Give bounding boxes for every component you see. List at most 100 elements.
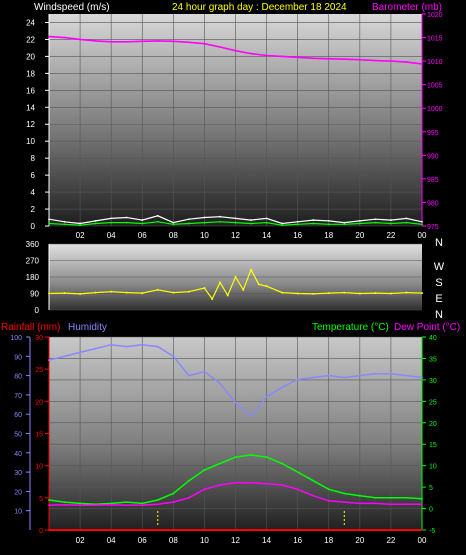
series-point	[421, 529, 423, 531]
series-point	[265, 221, 268, 224]
series-point	[250, 268, 253, 271]
series-point	[296, 292, 299, 295]
series-point	[405, 291, 408, 294]
x-tick-label: 16	[293, 231, 302, 240]
series-point	[405, 496, 408, 499]
left-tick-label: 270	[26, 257, 40, 266]
series-point	[79, 504, 81, 507]
series-point	[358, 58, 361, 61]
series-point	[374, 502, 377, 505]
x-tick-label: 18	[324, 231, 333, 240]
humidity-tick-label: 100	[10, 335, 22, 342]
series-point	[203, 287, 206, 289]
series-point	[172, 492, 175, 495]
series-point	[141, 343, 144, 346]
left-tick-label: 12	[26, 120, 35, 129]
rain-tick-label: 20	[35, 399, 43, 406]
right-tick-label: 990	[427, 153, 439, 160]
left-tick-label: 22	[26, 35, 35, 44]
series-point	[125, 345, 128, 348]
left-tick-label: 24	[26, 18, 35, 27]
series-point	[358, 374, 361, 377]
series-point	[312, 222, 315, 225]
series-point	[156, 345, 159, 348]
series-point	[141, 504, 144, 507]
series-point	[390, 503, 392, 506]
x-tick-label: 04	[107, 536, 116, 545]
series-point	[312, 479, 315, 482]
right-tick-label: 1015	[427, 36, 443, 43]
right-tick-label: 980	[427, 200, 439, 207]
series-point	[390, 496, 392, 499]
x-tick-label: 14	[262, 231, 271, 240]
left-tick-label: 8	[31, 154, 36, 163]
right-tick-label: -5	[429, 528, 435, 535]
series-point	[218, 281, 221, 284]
windspeed-title: Windspeed (m/s)	[34, 2, 110, 13]
series-point	[343, 291, 346, 294]
x-tick-label: 00	[418, 231, 427, 240]
series-point	[405, 503, 408, 506]
series-point	[281, 386, 284, 389]
series-point	[421, 63, 423, 65]
rain-tick-label: 30	[35, 335, 43, 342]
series-point	[312, 292, 315, 295]
rain-tick-label: 15	[35, 432, 43, 439]
series-point	[250, 219, 252, 221]
series-point	[343, 376, 346, 379]
x-tick-label: 20	[355, 536, 364, 545]
series-point	[374, 218, 377, 221]
series-point	[281, 484, 284, 486]
compass-label: W	[434, 261, 445, 273]
series-point	[125, 501, 128, 504]
x-tick-label: 10	[200, 536, 209, 545]
right-tick-label: 995	[427, 130, 439, 137]
series-point	[327, 499, 330, 502]
series-point	[312, 376, 315, 379]
series-point	[48, 35, 50, 38]
rainfall-title: Rainfall (mm)	[1, 322, 60, 333]
series-point	[281, 291, 284, 294]
series-point	[234, 221, 237, 224]
x-tick-label: 12	[231, 536, 240, 545]
series-point	[265, 217, 268, 220]
rain-tick-label: 5	[39, 496, 43, 503]
series-point	[63, 220, 66, 223]
left-tick-label: 14	[26, 103, 35, 112]
left-tick-label: 18	[26, 69, 35, 78]
series-point	[63, 223, 66, 226]
x-tick-label: 02	[76, 536, 85, 545]
left-tick-label: 2	[31, 205, 36, 214]
x-tick-label: 06	[138, 231, 147, 240]
series-point	[125, 40, 128, 43]
series-point	[94, 222, 97, 225]
series-point	[79, 502, 81, 505]
series-point	[296, 220, 299, 223]
series-point	[187, 218, 190, 221]
series-point	[296, 488, 299, 491]
series-point	[79, 292, 82, 295]
right-tick-label: 20	[429, 421, 437, 428]
series-point	[265, 285, 268, 288]
series-point	[281, 224, 284, 227]
series-point	[281, 222, 284, 225]
series-point	[327, 292, 330, 295]
right-tick-label: 30	[429, 378, 437, 385]
temperature-title: Temperature (°C)	[312, 322, 389, 333]
right-tick-label: 40	[429, 335, 437, 342]
series-point	[421, 376, 423, 379]
compass-label: S	[435, 277, 442, 289]
compass-label: E	[435, 293, 442, 305]
series-point	[343, 501, 346, 504]
series-point	[141, 292, 144, 295]
series-point	[141, 219, 144, 221]
series-point	[141, 222, 144, 225]
series-point	[219, 462, 221, 465]
series-point	[141, 40, 144, 43]
left-tick-label: 0	[31, 222, 36, 231]
series-point	[48, 529, 50, 531]
series-point	[250, 454, 252, 456]
series-point	[48, 504, 50, 507]
series-point	[343, 221, 346, 224]
x-tick-label: 06	[138, 536, 147, 545]
